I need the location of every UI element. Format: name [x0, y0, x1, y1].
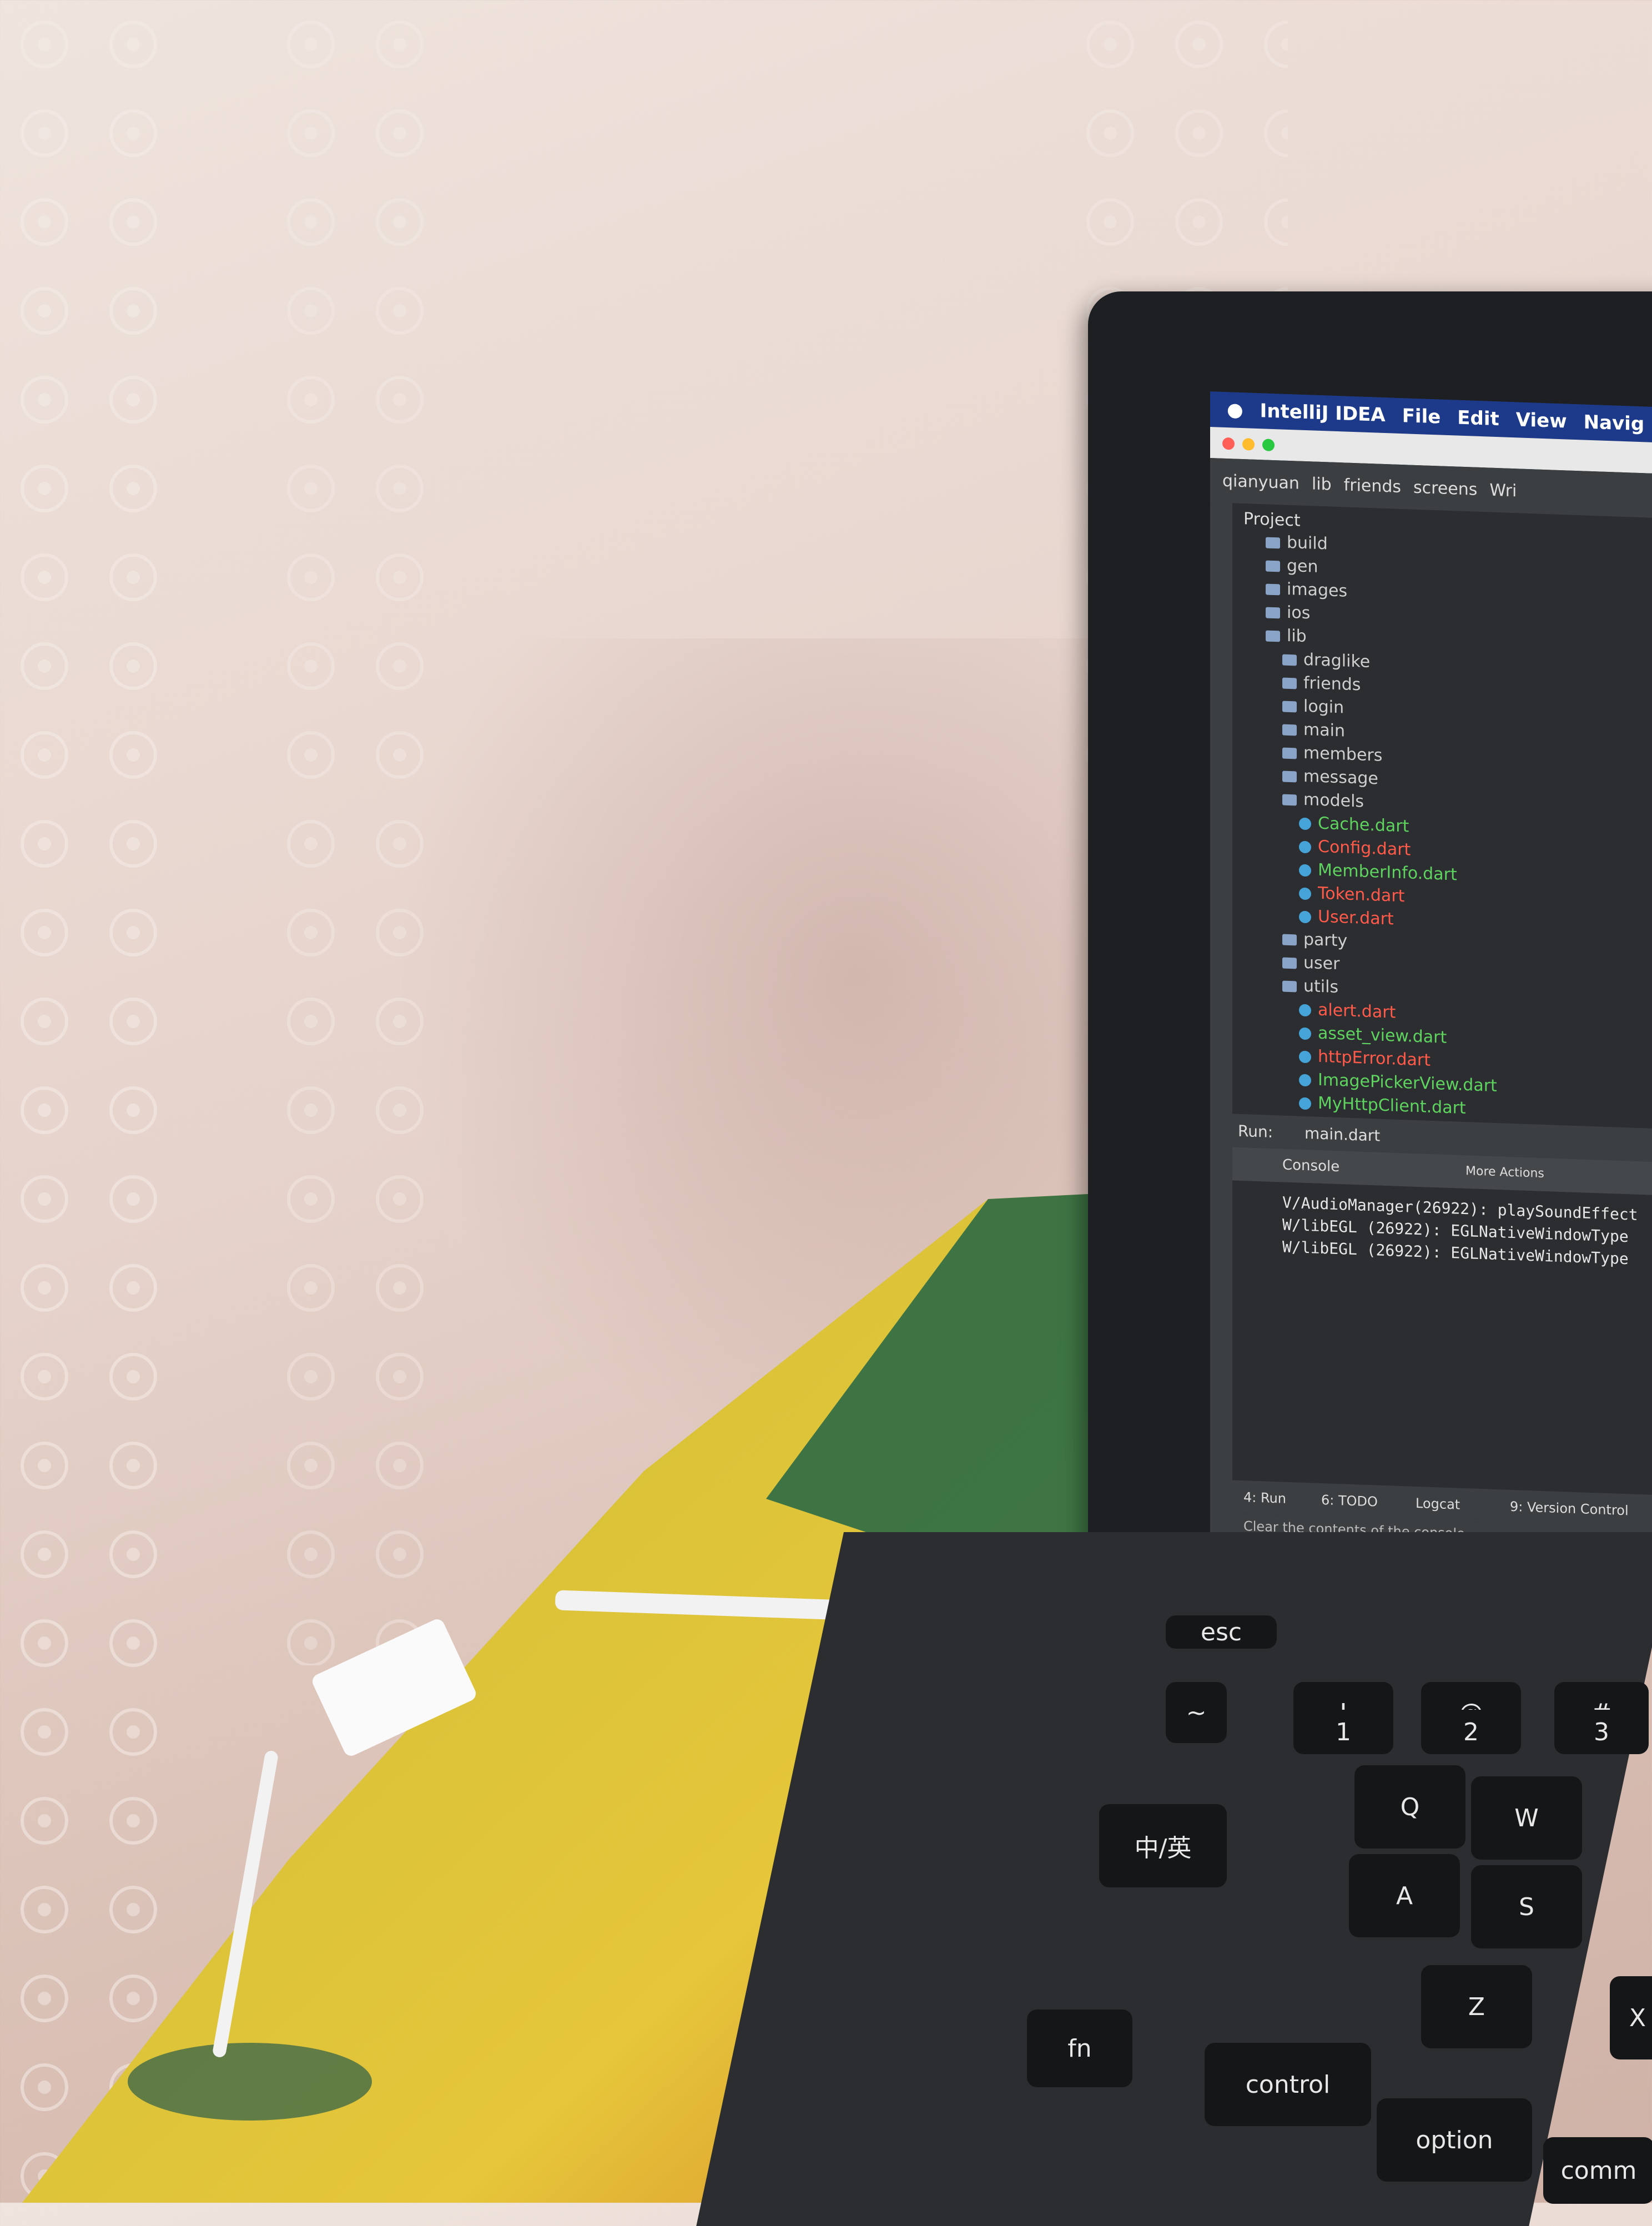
- tree-folder[interactable]: lib: [1266, 625, 1307, 646]
- tool-todo[interactable]: 6: TODO: [1321, 1492, 1378, 1510]
- keyboard-key[interactable]: S: [1471, 1865, 1582, 1948]
- tree-folder[interactable]: build: [1266, 532, 1328, 554]
- breadcrumb-screens[interactable]: screens: [1413, 477, 1477, 499]
- tree-file[interactable]: Token.dart: [1299, 883, 1404, 906]
- tree-file[interactable]: MemberInfo.dart: [1299, 860, 1457, 885]
- menu-view[interactable]: View: [1516, 409, 1567, 432]
- tree-folder[interactable]: models: [1282, 789, 1364, 812]
- tree-folder[interactable]: draglike: [1282, 649, 1370, 672]
- keyboard-key[interactable]: option: [1377, 2098, 1532, 2182]
- breadcrumb-file[interactable]: Wri: [1489, 480, 1517, 501]
- tree-file[interactable]: ImagePickerView.dart: [1299, 1070, 1497, 1096]
- keyboard-key[interactable]: Q: [1354, 1765, 1465, 1849]
- apple-icon[interactable]: ●: [1227, 399, 1243, 421]
- tool-version-control[interactable]: 9: Version Control: [1510, 1499, 1629, 1518]
- run-config-tab[interactable]: main.dart: [1305, 1124, 1380, 1145]
- tool-window-strip: [1210, 502, 1232, 1539]
- keyboard-key[interactable]: W: [1471, 1776, 1582, 1860]
- tree-folder[interactable]: main: [1282, 719, 1345, 741]
- keyboard-key[interactable]: 1: [1293, 1710, 1393, 1754]
- keyboard-key[interactable]: X: [1610, 1976, 1652, 2059]
- tree-folder[interactable]: friends: [1282, 673, 1361, 695]
- zoom-window-icon[interactable]: [1262, 439, 1275, 452]
- keyboard-key[interactable]: control: [1205, 2043, 1371, 2126]
- tree-folder[interactable]: members: [1282, 743, 1382, 765]
- menu-file[interactable]: File: [1402, 405, 1441, 428]
- keyboard-key[interactable]: comm: [1543, 2137, 1652, 2204]
- close-window-icon[interactable]: [1222, 437, 1235, 450]
- tree-folder[interactable]: images: [1266, 578, 1347, 601]
- run-label: Run:: [1238, 1121, 1273, 1141]
- tree-folder[interactable]: message: [1282, 766, 1378, 789]
- tool-run[interactable]: 4: Run: [1243, 1489, 1286, 1507]
- tree-file[interactable]: alert.dart: [1299, 1000, 1396, 1023]
- breadcrumb-friends[interactable]: friends: [1344, 475, 1401, 497]
- tree-folder[interactable]: party: [1282, 929, 1347, 951]
- tree-file[interactable]: Cache.dart: [1299, 813, 1409, 837]
- laptop-screen: ● IntelliJ IDEA File Edit View Navig qia…: [1210, 391, 1652, 1554]
- console-output: V/AudioManager(26922): playSoundEffect W…: [1277, 1182, 1652, 1473]
- keyboard-key[interactable]: ~: [1166, 1682, 1227, 1743]
- tree-folder[interactable]: utils: [1282, 976, 1338, 997]
- keyboard-key[interactable]: 2: [1421, 1710, 1521, 1754]
- tree-file[interactable]: Config.dart: [1299, 837, 1411, 860]
- tree-folder[interactable]: login: [1282, 696, 1344, 718]
- minimize-window-icon[interactable]: [1242, 438, 1255, 451]
- keyboard-key[interactable]: fn: [1027, 2010, 1132, 2087]
- keyboard-key[interactable]: Z: [1421, 1965, 1532, 2048]
- keyboard-key[interactable]: 3: [1554, 1710, 1649, 1754]
- tree-file[interactable]: asset_view.dart: [1299, 1023, 1447, 1047]
- console-tab[interactable]: Console: [1282, 1157, 1339, 1176]
- keyboard-key[interactable]: A: [1349, 1854, 1460, 1937]
- tree-folder[interactable]: ios: [1266, 602, 1310, 623]
- tree-file[interactable]: User.dart: [1299, 906, 1394, 929]
- tree-file[interactable]: httpError.dart: [1299, 1046, 1431, 1070]
- project-header[interactable]: Project: [1243, 509, 1301, 531]
- breadcrumb-project[interactable]: qianyuan: [1222, 471, 1300, 493]
- tool-logcat[interactable]: Logcat: [1416, 1495, 1460, 1513]
- more-actions-button[interactable]: More Actions: [1465, 1164, 1544, 1181]
- keyboard-key[interactable]: esc: [1166, 1615, 1277, 1649]
- project-tree: Project build gen images ios lib draglike frie…: [1232, 503, 1652, 1129]
- breadcrumb-lib[interactable]: lib: [1312, 474, 1332, 494]
- tree-folder[interactable]: user: [1282, 953, 1339, 974]
- menu-edit[interactable]: Edit: [1457, 407, 1499, 431]
- tree-folder[interactable]: gen: [1266, 555, 1318, 577]
- tree-file[interactable]: MyHttpClient.dart: [1299, 1093, 1466, 1118]
- keyboard-key[interactable]: 中/英: [1099, 1804, 1227, 1887]
- menu-navigate[interactable]: Navig: [1584, 411, 1645, 435]
- menu-app[interactable]: IntelliJ IDEA: [1260, 400, 1386, 426]
